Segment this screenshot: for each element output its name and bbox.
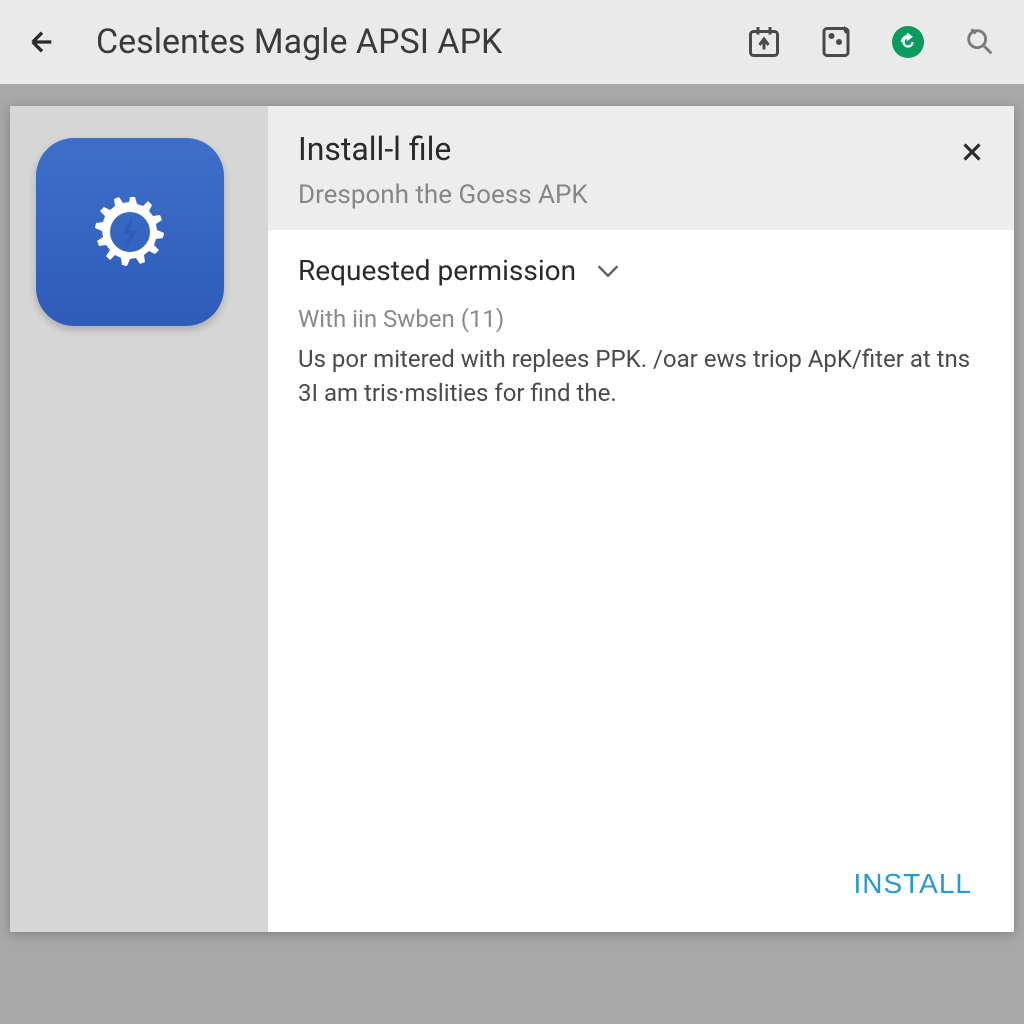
install-button[interactable]: INSTALL [841, 860, 984, 908]
document-icon[interactable] [816, 22, 856, 62]
chevron-down-icon [594, 261, 622, 281]
permission-title: Requested permission [298, 254, 576, 287]
gear-bolt-icon [80, 182, 180, 282]
permission-count: With iin Swben (11) [298, 305, 984, 333]
permission-description: Us por mitered with replees PPK. /oar ew… [298, 343, 984, 410]
back-button[interactable] [24, 24, 60, 60]
dialog-title: Install-l file [298, 130, 984, 168]
app-toolbar: Ceslentes Magle APSI APK [0, 0, 1024, 84]
dialog-content: Requested permission With iin Swben (11)… [268, 230, 1014, 840]
calendar-icon[interactable] [744, 22, 784, 62]
install-dialog: Install-l file Dresponh the Goess APK Re… [10, 106, 1014, 932]
arrow-left-icon [26, 26, 58, 58]
dialog-sidebar [10, 106, 268, 932]
close-icon [957, 137, 987, 167]
dialog-header: Install-l file Dresponh the Goess APK [268, 106, 1014, 230]
close-button[interactable] [954, 134, 990, 170]
search-icon[interactable] [960, 22, 1000, 62]
refresh-icon[interactable] [888, 22, 928, 62]
toolbar-actions [744, 22, 1000, 62]
app-icon [36, 138, 224, 326]
dialog-subtitle: Dresponh the Goess APK [298, 180, 984, 210]
toolbar-title: Ceslentes Magle APSI APK [96, 22, 744, 62]
dialog-footer: INSTALL [268, 840, 1014, 932]
dialog-main: Install-l file Dresponh the Goess APK Re… [268, 106, 1014, 932]
permission-header[interactable]: Requested permission [298, 254, 984, 287]
